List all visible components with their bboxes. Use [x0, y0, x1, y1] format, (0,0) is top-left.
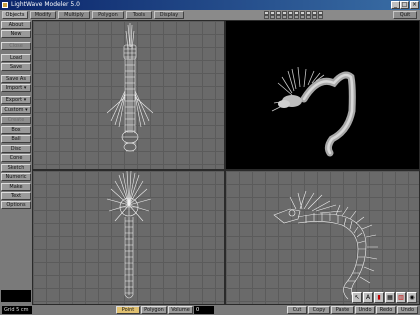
cut-button[interactable]: Cut — [287, 306, 307, 314]
camera-icon[interactable]: ◉ — [407, 292, 417, 303]
viewport-side[interactable] — [225, 170, 420, 305]
cone-button[interactable]: Cone — [1, 154, 31, 162]
tab-multiply[interactable]: Multiply — [58, 11, 90, 19]
bg-layer-9[interactable] — [312, 15, 317, 19]
status-box — [1, 290, 31, 302]
bottom-bar: Grid 5 cm Point Polygon Volume 0 Cut Cop… — [0, 305, 420, 315]
tab-polygon[interactable]: Polygon — [92, 11, 124, 19]
paste-button[interactable]: Paste — [331, 306, 354, 314]
command-sidebar: About New Close Load Save Save As Import… — [0, 20, 32, 305]
redo-button[interactable]: Redo — [376, 306, 396, 314]
tab-modify[interactable]: Modify — [30, 11, 56, 19]
make-button[interactable]: Make — [1, 183, 31, 191]
arrow-icon[interactable]: ↖ — [352, 292, 362, 303]
disc-button[interactable]: Disc — [1, 145, 31, 153]
bg-layer-1[interactable] — [264, 15, 269, 19]
custom-button[interactable]: Custom ▾ — [1, 106, 31, 114]
layout-grid-icon[interactable]: ▦ — [385, 292, 395, 303]
mode-polygon-button[interactable]: Polygon — [141, 306, 167, 314]
options-button[interactable]: Options — [1, 201, 31, 209]
red-item-icon[interactable]: ▮ — [374, 292, 384, 303]
bg-layer-6[interactable] — [294, 15, 299, 19]
tab-bar: Objects Modify Multiply Polygon Tools Di… — [0, 10, 420, 20]
save-button[interactable]: Save — [1, 63, 31, 71]
volume-value-field[interactable]: 0 — [194, 306, 214, 314]
mode-volume-button[interactable]: Volume — [168, 306, 193, 314]
dragon-wireframe-front — [106, 171, 152, 299]
create-section-label: Create — [1, 116, 31, 124]
box-button[interactable]: Box — [1, 126, 31, 134]
close-button[interactable]: × — [410, 1, 419, 9]
undo-button-2[interactable]: Undo — [397, 306, 418, 314]
viewport-front[interactable] — [32, 170, 225, 305]
sketch-button[interactable]: Sketch — [1, 164, 31, 172]
window-title: LightWave Modeler 5.0 — [11, 1, 80, 8]
new-button[interactable]: New — [1, 30, 31, 38]
ball-button[interactable]: Ball — [1, 135, 31, 143]
close-section-label: Close — [1, 42, 31, 50]
mode-point-button[interactable]: Point — [116, 306, 140, 314]
quit-button[interactable]: Quit — [393, 11, 417, 19]
minimize-button[interactable]: _ — [391, 1, 400, 9]
about-button[interactable]: About — [1, 21, 31, 29]
bg-layer-2[interactable] — [270, 15, 275, 19]
app-icon — [2, 2, 8, 8]
text-button[interactable]: Text — [1, 192, 31, 200]
dragon-wireframe-side — [273, 190, 378, 302]
red-bars-icon[interactable]: ▥ — [396, 292, 406, 303]
modeler-window: Objects Modify Multiply Polygon Tools Di… — [0, 10, 420, 315]
save-as-button[interactable]: Save As — [1, 75, 31, 83]
grid-size-readout: Grid 5 cm — [2, 306, 32, 314]
load-button[interactable]: Load — [1, 54, 31, 62]
view-tool-icons: ↖ A ▮ ▦ ▥ ◉ — [352, 292, 418, 303]
bg-layer-4[interactable] — [282, 15, 287, 19]
tab-objects[interactable]: Objects — [2, 11, 28, 19]
import-button[interactable]: Import ▾ — [1, 84, 31, 92]
bg-layer-10[interactable] — [318, 15, 323, 19]
dragon-wireframe-top — [106, 23, 154, 152]
dragon-shaded-perspective — [271, 66, 356, 157]
export-button[interactable]: Export ▾ — [1, 96, 31, 104]
maximize-button[interactable]: □ — [400, 1, 409, 9]
text-A-icon[interactable]: A — [363, 292, 373, 303]
tab-tools[interactable]: Tools — [126, 11, 152, 19]
layer-buttons — [264, 11, 338, 19]
copy-button[interactable]: Copy — [308, 306, 330, 314]
bg-layer-5[interactable] — [288, 15, 293, 19]
tab-display[interactable]: Display — [154, 11, 184, 19]
bg-layer-8[interactable] — [306, 15, 311, 19]
title-bar: LightWave Modeler 5.0 _ □ × — [0, 0, 420, 10]
viewport-perspective[interactable] — [225, 20, 420, 170]
bg-layer-3[interactable] — [276, 15, 281, 19]
undo-button[interactable]: Undo — [355, 306, 375, 314]
bg-layer-7[interactable] — [300, 15, 305, 19]
viewport-top[interactable] — [32, 20, 225, 170]
numeric-button[interactable]: Numeric — [1, 173, 31, 181]
